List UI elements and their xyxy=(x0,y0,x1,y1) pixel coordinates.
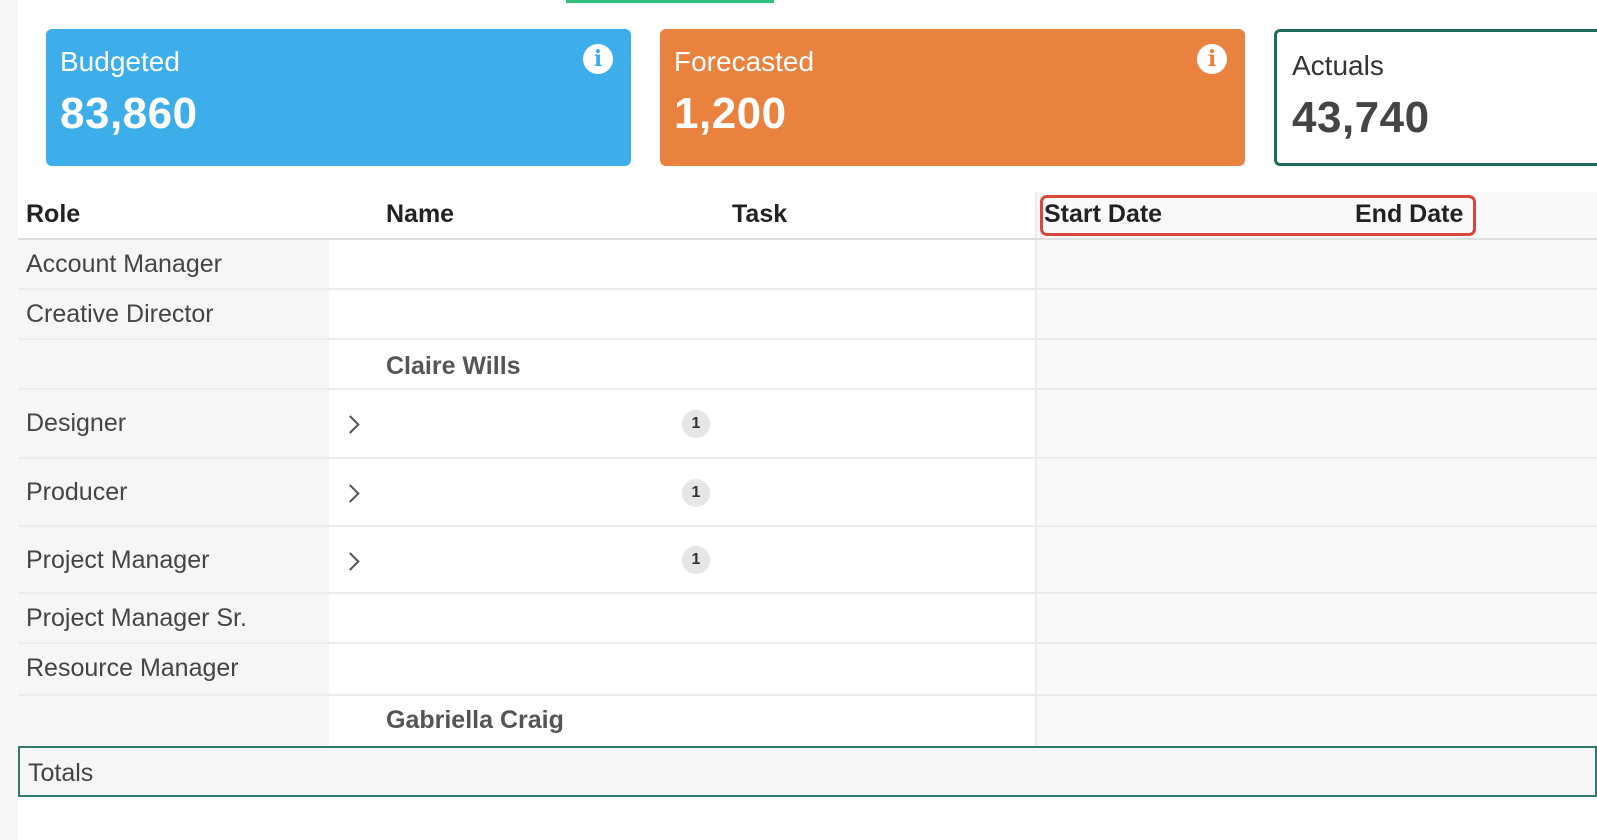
table-row[interactable]: Account Manager xyxy=(18,240,1597,290)
row-role: Producer xyxy=(26,478,128,506)
table-row[interactable]: Creative Director xyxy=(18,290,1597,340)
table-row[interactable]: Project Manager 1 xyxy=(18,527,1597,594)
row-role: Creative Director xyxy=(26,300,214,328)
row-name: Gabriella Craig xyxy=(386,706,564,734)
info-icon[interactable]: i xyxy=(583,44,613,74)
table-row[interactable]: Resource Manager xyxy=(18,644,1597,696)
task-count-badge: 1 xyxy=(682,410,710,438)
table-row[interactable]: Designer 1 xyxy=(18,390,1597,459)
row-name: Claire Wills xyxy=(386,352,521,380)
task-count-badge: 1 xyxy=(682,546,710,574)
totals-label: Totals xyxy=(28,759,94,787)
budgeted-label: Budgeted xyxy=(60,46,180,77)
totals-row: Totals xyxy=(18,746,1597,797)
forecasted-label: Forecasted xyxy=(674,46,815,77)
row-role: Account Manager xyxy=(26,250,222,278)
table-header: Role Name Task Start Date End Date xyxy=(18,192,1597,240)
row-role: Resource Manager xyxy=(26,654,239,682)
actuals-label: Actuals xyxy=(1292,50,1384,81)
table-row[interactable]: Project Manager Sr. xyxy=(18,594,1597,644)
budgeted-value: 83,860 xyxy=(60,89,198,138)
left-gutter xyxy=(0,0,18,840)
row-role: Designer xyxy=(26,409,127,437)
row-role: Project Manager Sr. xyxy=(26,604,247,632)
column-header-task[interactable]: Task xyxy=(732,200,787,229)
table-row[interactable]: Claire Wills xyxy=(18,340,1597,390)
chevron-right-icon[interactable] xyxy=(344,485,360,501)
actuals-value: 43,740 xyxy=(1292,93,1430,142)
column-header-name[interactable]: Name xyxy=(386,200,454,229)
active-tab-indicator xyxy=(566,0,774,3)
forecasted-card: Forecasted 1,200 i xyxy=(660,29,1245,166)
actuals-card: Actuals 43,740 xyxy=(1274,29,1597,166)
table-row[interactable]: Producer 1 xyxy=(18,459,1597,527)
date-columns-highlight xyxy=(1040,195,1476,236)
forecasted-value: 1,200 xyxy=(674,89,787,138)
budgeted-card: Budgeted 83,860 i xyxy=(46,29,631,166)
table-row[interactable]: Gabriella Craig xyxy=(18,696,1597,746)
column-header-role[interactable]: Role xyxy=(26,200,80,229)
resource-table: Role Name Task Start Date End Date Accou… xyxy=(18,192,1597,746)
task-count-badge: 1 xyxy=(682,479,710,507)
chevron-right-icon[interactable] xyxy=(344,553,360,569)
chevron-right-icon[interactable] xyxy=(344,416,360,432)
row-role: Project Manager xyxy=(26,546,210,574)
info-icon[interactable]: i xyxy=(1197,44,1227,74)
